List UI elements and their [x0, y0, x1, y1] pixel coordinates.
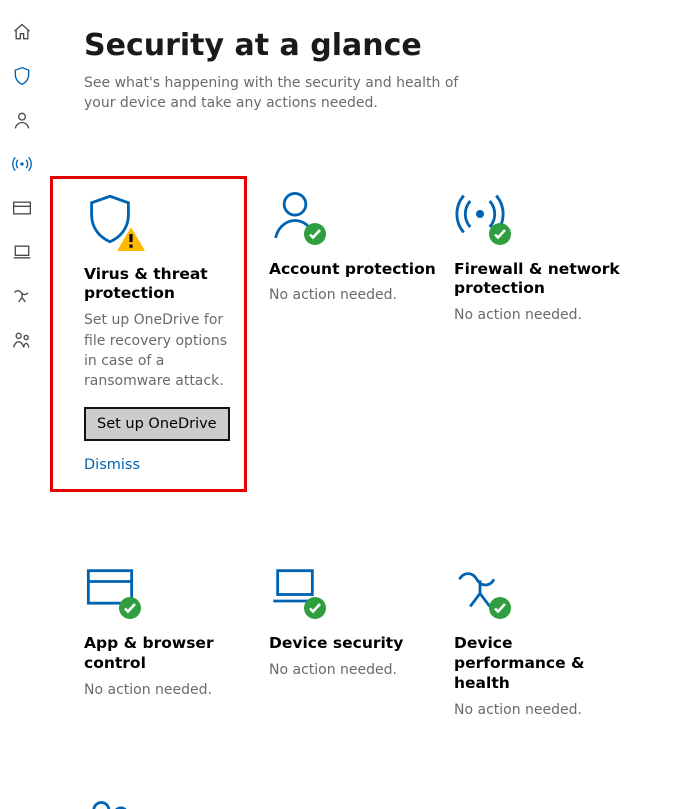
main-content: Security at a glance See what's happenin…	[44, 0, 684, 809]
card-title: Account protection	[269, 260, 438, 280]
shield-icon[interactable]	[12, 66, 32, 86]
ok-overlay-icon	[118, 596, 142, 620]
card-title: App & browser control	[84, 634, 253, 674]
card-title: Virus & threat protection	[84, 265, 234, 305]
card-status: No action needed.	[269, 285, 438, 305]
card-status: No action needed.	[269, 660, 438, 680]
windows-security-app: Security at a glance See what's happenin…	[0, 0, 684, 809]
card-title: Firewall & network protection	[454, 260, 623, 300]
security-cards-grid: Virus & threat protection Set up OneDriv…	[84, 176, 664, 809]
card-status: No action needed.	[454, 305, 623, 325]
card-status: Set up OneDrive for file recovery option…	[84, 310, 234, 391]
app-icon[interactable]	[12, 198, 32, 218]
card-icon-wrap	[269, 562, 321, 616]
card-status: No action needed.	[84, 680, 253, 700]
card-icon-wrap	[84, 193, 136, 247]
dismiss-link[interactable]: Dismiss	[84, 457, 234, 473]
card-firewall[interactable]: Firewall & network protection No action …	[454, 176, 639, 493]
card-icon-wrap	[454, 188, 506, 242]
family-icon	[84, 796, 136, 809]
person-icon[interactable]	[12, 110, 32, 130]
card-icon-wrap	[454, 562, 506, 616]
home-icon[interactable]	[12, 22, 32, 42]
ok-overlay-icon	[488, 596, 512, 620]
card-app-browser[interactable]: App & browser control No action needed.	[84, 550, 269, 726]
card-account-protection[interactable]: Account protection No action needed.	[269, 176, 454, 493]
card-performance[interactable]: Device performance & health No action ne…	[454, 550, 639, 726]
card-device-security[interactable]: Device security No action needed.	[269, 550, 454, 726]
card-icon-wrap	[84, 796, 136, 809]
warning-overlay-icon	[116, 226, 146, 252]
card-status: No action needed.	[454, 700, 623, 720]
network-icon[interactable]	[12, 154, 32, 174]
sidebar	[0, 0, 44, 809]
ok-overlay-icon	[303, 596, 327, 620]
card-family[interactable]	[84, 784, 269, 809]
page-subtitle: See what's happening with the security a…	[84, 73, 484, 114]
device-icon[interactable]	[12, 242, 32, 262]
card-icon-wrap	[84, 562, 136, 616]
card-icon-wrap	[269, 188, 321, 242]
family-icon[interactable]	[12, 330, 32, 350]
card-title: Device security	[269, 634, 438, 654]
ok-overlay-icon	[303, 222, 327, 246]
card-title: Device performance & health	[454, 634, 623, 693]
page-title: Security at a glance	[84, 28, 664, 63]
card-virus-threat[interactable]: Virus & threat protection Set up OneDriv…	[50, 176, 247, 493]
performance-icon[interactable]	[12, 286, 32, 306]
ok-overlay-icon	[488, 222, 512, 246]
setup-onedrive-button[interactable]: Set up OneDrive	[84, 407, 230, 441]
